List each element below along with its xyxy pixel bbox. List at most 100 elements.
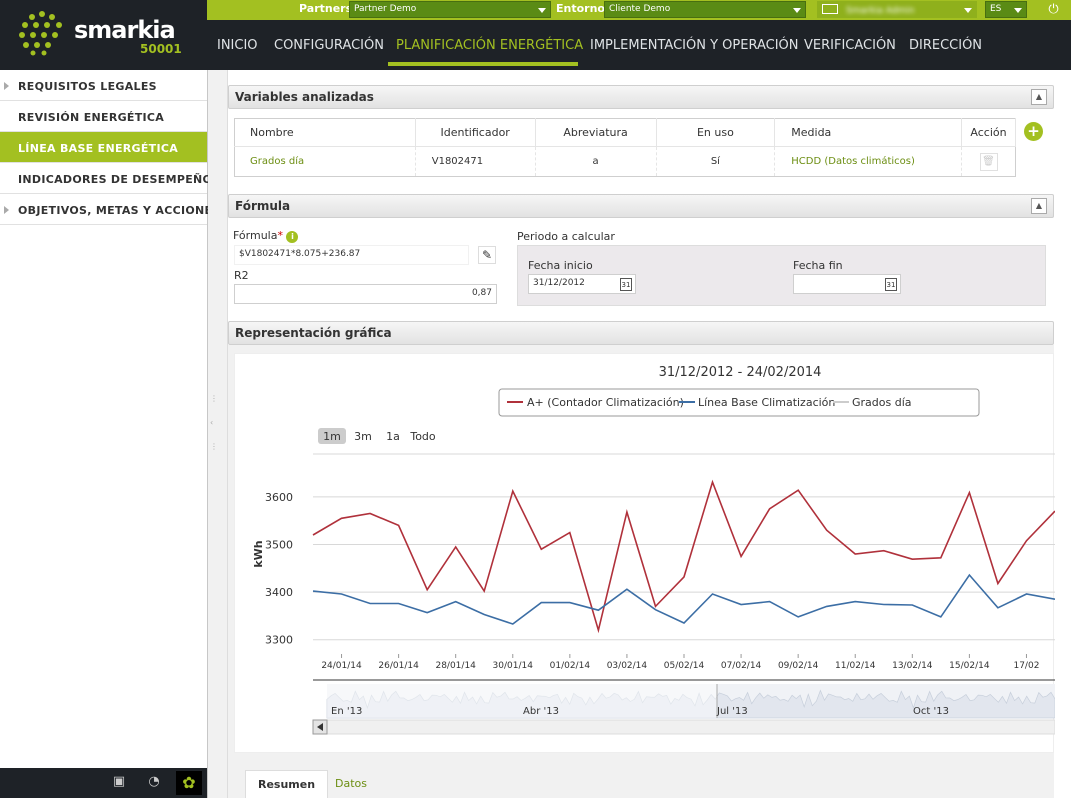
y-tick-label: 3300 xyxy=(265,634,293,647)
chart-navigator[interactable]: En '13 Abr '13 Jul '13 Oct '13 xyxy=(312,679,1056,735)
fecha-inicio-input[interactable]: 31/12/2012 31 xyxy=(528,274,636,294)
x-tick-label: 01/02/14 xyxy=(550,661,591,671)
series-line-0 xyxy=(312,479,1056,634)
chart-lines xyxy=(312,479,1056,634)
sidebar-item-objetivos[interactable]: OBJETIVOS, METAS Y ACCIONES xyxy=(0,194,220,225)
navigator-scrollbar[interactable] xyxy=(312,719,1056,735)
language-select[interactable]: ES xyxy=(985,1,1027,18)
edit-formula-icon[interactable]: ✎ xyxy=(478,246,496,264)
panel-splitter[interactable]: ⋮ ‹ ⋮ xyxy=(208,70,228,798)
gauge-icon[interactable]: ◔ xyxy=(145,774,163,792)
x-axis: 24/01/14 26/01/14 28/01/14 30/01/14 01/02/14… xyxy=(321,654,1039,671)
nav-configuracion[interactable]: CONFIGURACIÓN xyxy=(274,38,384,53)
col-accion: Acción xyxy=(961,118,1016,147)
add-variable-button[interactable]: + xyxy=(1024,122,1043,141)
x-tick-label: 09/02/14 xyxy=(778,661,819,671)
entorno-label: Entorno xyxy=(556,2,605,15)
x-tick-label: 26/01/14 xyxy=(378,661,419,671)
x-tick-label: 17/02 xyxy=(1013,661,1039,671)
chevron-down-icon xyxy=(1014,8,1022,13)
monitor-icon[interactable]: ▣ xyxy=(110,774,128,792)
fecha-fin-label: Fecha fin xyxy=(793,259,843,272)
variables-panel-header: Variables analizadas ▲ xyxy=(228,85,1054,109)
grafica-panel-header: Representación gráfica xyxy=(228,321,1054,345)
tab-label: Resumen xyxy=(258,778,316,791)
certificate-icon[interactable]: ✿ xyxy=(176,771,202,795)
x-tick-label: 05/02/14 xyxy=(664,661,705,671)
x-tick-label: 30/01/14 xyxy=(493,661,534,671)
range-button-todo[interactable]: Todo xyxy=(409,430,436,443)
main-content: ⋮ ‹ ⋮ Variables analizadas ▲ Nombre Identi… xyxy=(208,70,1071,798)
sidebar-item-indicadores[interactable]: INDICADORES DE DESEMPEÑO xyxy=(0,163,212,194)
col-medida[interactable]: Medida xyxy=(774,118,963,147)
x-tick-label: 15/02/14 xyxy=(949,661,990,671)
y-tick-label: 3600 xyxy=(265,491,293,504)
nav-verificacion[interactable]: VERIFICACIÓN xyxy=(804,38,896,53)
calendar-icon[interactable]: 31 xyxy=(885,278,897,291)
chart-title: 31/12/2012 - 24/02/2014 xyxy=(659,365,822,380)
range-button-1a[interactable]: 1a xyxy=(386,430,400,443)
tab-datos[interactable]: Datos xyxy=(323,770,379,798)
chevron-down-icon xyxy=(793,8,801,13)
formula-input[interactable]: $V1802471*8.075+236.87 xyxy=(234,245,469,265)
x-tick-label: 24/01/14 xyxy=(321,661,362,671)
nav-direccion[interactable]: DIRECCIÓN xyxy=(909,38,982,53)
partners-select[interactable]: Partner Demo xyxy=(349,1,551,18)
context-bar: Partners Partner Demo Entorno Cliente De… xyxy=(207,0,1071,20)
top-header: smarkia 50001 Partners Partner Demo Ento… xyxy=(0,0,1071,70)
sidebar-item-revision-energetica[interactable]: REVISIÓN ENERGÉTICA xyxy=(0,101,207,132)
cell-identificador: V1802471 xyxy=(415,146,536,177)
y-tick-label: 3400 xyxy=(265,586,293,599)
sidebar: REQUISITOS LEGALES REVISIÓN ENERGÉTICA L… xyxy=(0,70,220,798)
y-tick-label: 3500 xyxy=(265,538,293,551)
col-nombre[interactable]: Nombre xyxy=(234,118,416,147)
cell-medida[interactable]: HCDD (Datos climáticos) xyxy=(774,146,963,177)
col-identificador[interactable]: Identificador xyxy=(415,118,536,147)
calendar-icon[interactable]: 31 xyxy=(620,278,632,291)
collapse-icon[interactable]: ▲ xyxy=(1031,198,1047,214)
smarkia-logo[interactable]: smarkia 50001 xyxy=(12,6,202,62)
nav-planificacion-energetica[interactable]: PLANIFICACIÓN ENERGÉTICA xyxy=(396,38,583,53)
nav-inicio[interactable]: INICIO xyxy=(217,38,258,53)
collapse-icon[interactable]: ▲ xyxy=(1031,89,1047,105)
user-select[interactable]: Smarkia Admin xyxy=(817,1,977,18)
entorno-select[interactable]: Cliente Demo xyxy=(604,1,806,18)
legend-label-linea-base[interactable]: Línea Base Climatización xyxy=(698,396,835,409)
col-abreviatura[interactable]: Abreviatura xyxy=(535,118,657,147)
sidebar-item-requisitos-legales[interactable]: REQUISITOS LEGALES xyxy=(0,70,207,101)
r2-value: 0,87 xyxy=(471,288,492,298)
tab-resumen[interactable]: Resumen xyxy=(245,770,329,798)
partners-select-value: Partner Demo xyxy=(354,4,417,14)
y-axis-label: kWh xyxy=(252,540,265,567)
energy-chart: 31/12/2012 - 24/02/2014 A+ (Contador Cli… xyxy=(252,365,1056,735)
chevron-down-icon xyxy=(964,8,972,13)
required-marker: * xyxy=(277,229,283,242)
power-icon[interactable]: ⏻ xyxy=(1045,1,1062,18)
sidebar-item-label: INDICADORES DE DESEMPEÑO xyxy=(18,173,213,186)
sidebar-item-linea-base[interactable]: LÍNEA BASE ENERGÉTICA xyxy=(0,132,207,163)
r2-input[interactable]: 0,87 xyxy=(234,284,497,304)
nav-active-underline xyxy=(388,62,578,66)
col-en-uso[interactable]: En uso xyxy=(656,118,776,147)
info-icon[interactable]: i xyxy=(286,231,299,243)
partners-label: Partners xyxy=(299,2,353,15)
trash-icon[interactable]: 🗑 xyxy=(979,152,998,171)
logo-sub: 50001 xyxy=(140,42,182,56)
formula-panel-header: Fórmula ▲ xyxy=(228,194,1054,218)
formula-label: Fórmula xyxy=(233,229,278,242)
navigator-label: En '13 xyxy=(331,706,362,717)
formula-title: Fórmula xyxy=(235,199,291,213)
legend-label-a-plus[interactable]: A+ (Contador Climatización) xyxy=(527,396,684,409)
legend-label-grados-dia[interactable]: Grados día xyxy=(852,396,912,409)
bottom-tabs: Resumen Datos xyxy=(228,758,1054,798)
fecha-fin-input[interactable]: 31 xyxy=(793,274,901,294)
nav-implementacion[interactable]: IMPLEMENTACIÓN Y OPERACIÓN xyxy=(590,38,799,53)
cell-en-uso: Sí xyxy=(656,146,776,177)
sidebar-item-label: LÍNEA BASE ENERGÉTICA xyxy=(18,142,179,155)
range-button-1m[interactable]: 1m xyxy=(323,430,341,443)
x-tick-label: 03/02/14 xyxy=(607,661,648,671)
caret-right-icon xyxy=(4,82,9,90)
cell-nombre[interactable]: Grados día xyxy=(234,146,416,177)
x-tick-label: 13/02/14 xyxy=(892,661,933,671)
range-button-3m[interactable]: 3m xyxy=(354,430,372,443)
